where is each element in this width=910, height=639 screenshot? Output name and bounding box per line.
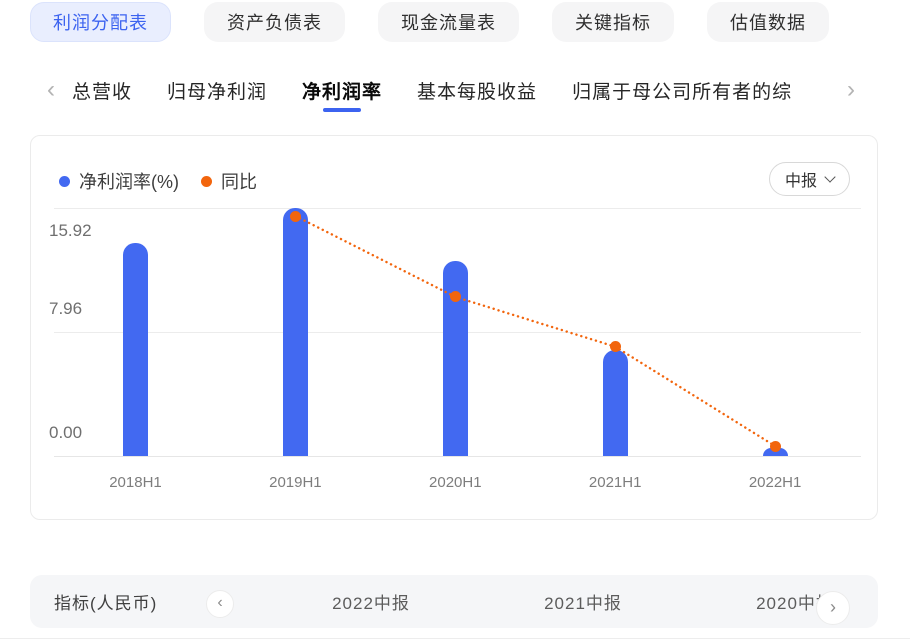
x-axis-label: 2022H1 bbox=[730, 474, 820, 491]
tab-valuation-data[interactable]: 估值数据 bbox=[707, 2, 829, 42]
yoy-point-2022H1[interactable] bbox=[770, 441, 781, 452]
nav-net-profit-attributable[interactable]: 归母净利润 bbox=[167, 62, 267, 118]
nav-total-revenue[interactable]: 总营收 bbox=[72, 62, 132, 118]
page: 利润分配表资产负债表现金流量表关键指标估值数据 ‹ 总营收归母净利润净利润率基本… bbox=[0, 0, 910, 639]
bar-2021H1[interactable] bbox=[603, 350, 628, 456]
gridline bbox=[54, 456, 861, 457]
table-scroll-left-button[interactable]: ‹ bbox=[206, 590, 234, 618]
x-axis-label: 2021H1 bbox=[570, 474, 660, 491]
tab-profit-distribution[interactable]: 利润分配表 bbox=[30, 2, 171, 42]
legend-dot-icon bbox=[201, 176, 212, 187]
nav-net-profit-margin[interactable]: 净利润率 bbox=[302, 62, 382, 118]
period-dropdown-label: 中报 bbox=[785, 167, 817, 191]
bar-2019H1[interactable] bbox=[283, 208, 308, 456]
x-axis-label: 2020H1 bbox=[410, 474, 500, 491]
legend-item-label: 净利润率(%) bbox=[79, 168, 179, 194]
x-axis-label: 2018H1 bbox=[91, 474, 181, 491]
chevron-right-icon: › bbox=[830, 598, 836, 616]
secondary-nav-items: 总营收归母净利润净利润率基本每股收益归属于母公司所有者的综 bbox=[72, 62, 792, 118]
legend-item-0[interactable]: 净利润率(%) bbox=[59, 168, 179, 194]
chevron-right-icon[interactable]: › bbox=[840, 62, 862, 118]
legend-item-1[interactable]: 同比 bbox=[201, 168, 257, 194]
y-axis-tick-label: 15.92 bbox=[49, 221, 92, 241]
chart-legend: 净利润率(%) 同比 bbox=[59, 168, 257, 194]
secondary-nav: ‹ 总营收归母净利润净利润率基本每股收益归属于母公司所有者的综 › bbox=[0, 62, 910, 118]
legend-dot-icon bbox=[59, 176, 70, 187]
gridline bbox=[54, 208, 861, 209]
legend-item-label: 同比 bbox=[221, 168, 257, 194]
nav-basic-eps[interactable]: 基本每股收益 bbox=[417, 62, 537, 118]
yoy-point-2021H1[interactable] bbox=[610, 341, 621, 352]
x-axis-label: 2019H1 bbox=[250, 474, 340, 491]
metric-column-label: 指标(人民币) bbox=[54, 575, 157, 628]
tab-key-indicators[interactable]: 关键指标 bbox=[552, 2, 674, 42]
nav-comprehensive-income[interactable]: 归属于母公司所有者的综 bbox=[572, 62, 792, 118]
y-axis-tick-label: 0.00 bbox=[49, 423, 82, 443]
chevron-down-icon bbox=[824, 171, 835, 182]
table-header-bar: 指标(人民币) 2022中报2021中报2020中报 ‹ › bbox=[30, 575, 878, 628]
column-header-1[interactable]: 2022中报 bbox=[296, 575, 446, 628]
tab-cash-flow[interactable]: 现金流量表 bbox=[378, 2, 519, 42]
table-scroll-right-button[interactable]: › bbox=[816, 591, 850, 625]
y-axis-tick-label: 7.96 bbox=[49, 299, 82, 319]
bar-2018H1[interactable] bbox=[123, 243, 148, 456]
chart-card: 净利润率(%) 同比 中报 15.92 7.96 0.00 2018H1 2019H1 20… bbox=[30, 135, 878, 520]
chevron-left-icon[interactable]: ‹ bbox=[40, 62, 62, 118]
tab-balance-sheet[interactable]: 资产负债表 bbox=[204, 2, 345, 42]
primary-tab-bar: 利润分配表资产负债表现金流量表关键指标估值数据 bbox=[30, 2, 829, 42]
period-dropdown[interactable]: 中报 bbox=[769, 162, 850, 196]
chevron-left-icon: ‹ bbox=[217, 595, 222, 611]
column-header-2[interactable]: 2021中报 bbox=[508, 575, 658, 628]
yoy-point-2019H1[interactable] bbox=[290, 211, 301, 222]
